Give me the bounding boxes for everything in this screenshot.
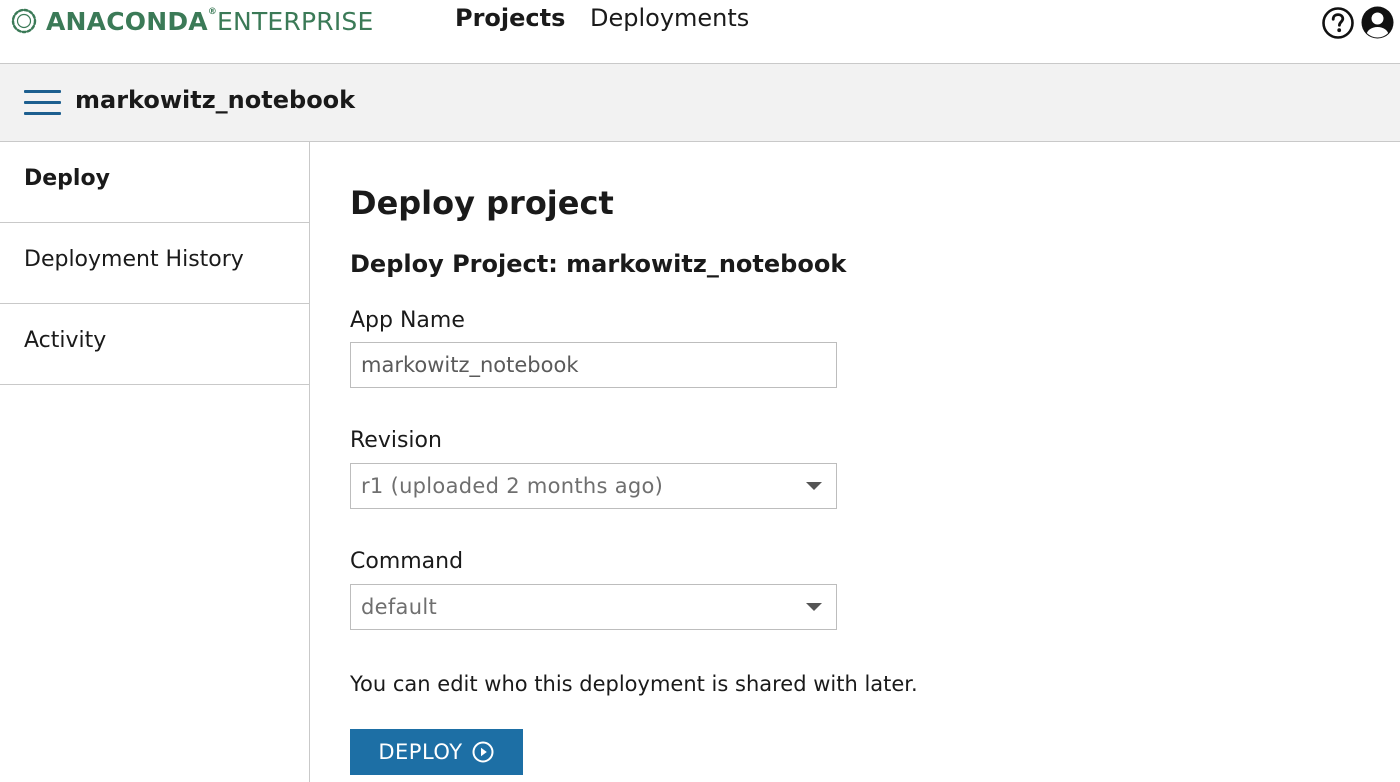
sidebar-item-activity[interactable]: Activity (0, 304, 309, 385)
user-account-icon[interactable] (1360, 5, 1395, 40)
caret-down-icon (806, 482, 822, 490)
sidebar-item-deploy[interactable]: Deploy (0, 142, 309, 223)
app-name-input[interactable] (350, 342, 837, 388)
anaconda-enterprise-logo[interactable]: ANACONDA®ENTERPRISE (8, 5, 373, 37)
nav-tab-projects[interactable]: Projects (455, 4, 565, 32)
caret-down-icon (806, 603, 822, 611)
revision-selected-value: r1 (uploaded 2 months ago) (361, 474, 664, 498)
play-circle-icon (472, 741, 494, 763)
brand-name-light: ENTERPRISE (217, 6, 374, 36)
top-navbar: ANACONDA®ENTERPRISE Projects Deployments (0, 0, 1400, 64)
command-select[interactable]: default (350, 584, 837, 630)
deploy-button-label: DEPLOY (378, 740, 463, 764)
sidebar-item-deployment-history[interactable]: Deployment History (0, 223, 309, 304)
help-circle-icon[interactable] (1321, 6, 1355, 40)
share-note: You can edit who this deployment is shar… (350, 672, 918, 696)
deploy-button[interactable]: DEPLOY (350, 729, 523, 775)
brand-wordmark: ANACONDA®ENTERPRISE (46, 7, 373, 36)
app-name-label: App Name (350, 308, 465, 333)
command-selected-value: default (361, 595, 437, 619)
page-title: Deploy project (350, 184, 614, 222)
project-sidebar: Deploy Deployment History Activity (0, 142, 310, 782)
brand-name-bold: ANACONDA (46, 6, 208, 36)
command-label: Command (350, 549, 464, 574)
revision-label: Revision (350, 428, 442, 453)
project-header: markowitz_notebook (0, 64, 1400, 142)
hamburger-menu-icon[interactable] (24, 90, 61, 116)
anaconda-ring-icon (11, 8, 37, 34)
brand-registered-mark: ® (207, 6, 218, 17)
nav-tab-deployments[interactable]: Deployments (590, 4, 749, 32)
revision-select[interactable]: r1 (uploaded 2 months ago) (350, 463, 837, 509)
deploy-project-subtitle: Deploy Project: markowitz_notebook (350, 250, 847, 278)
project-title: markowitz_notebook (75, 86, 356, 114)
